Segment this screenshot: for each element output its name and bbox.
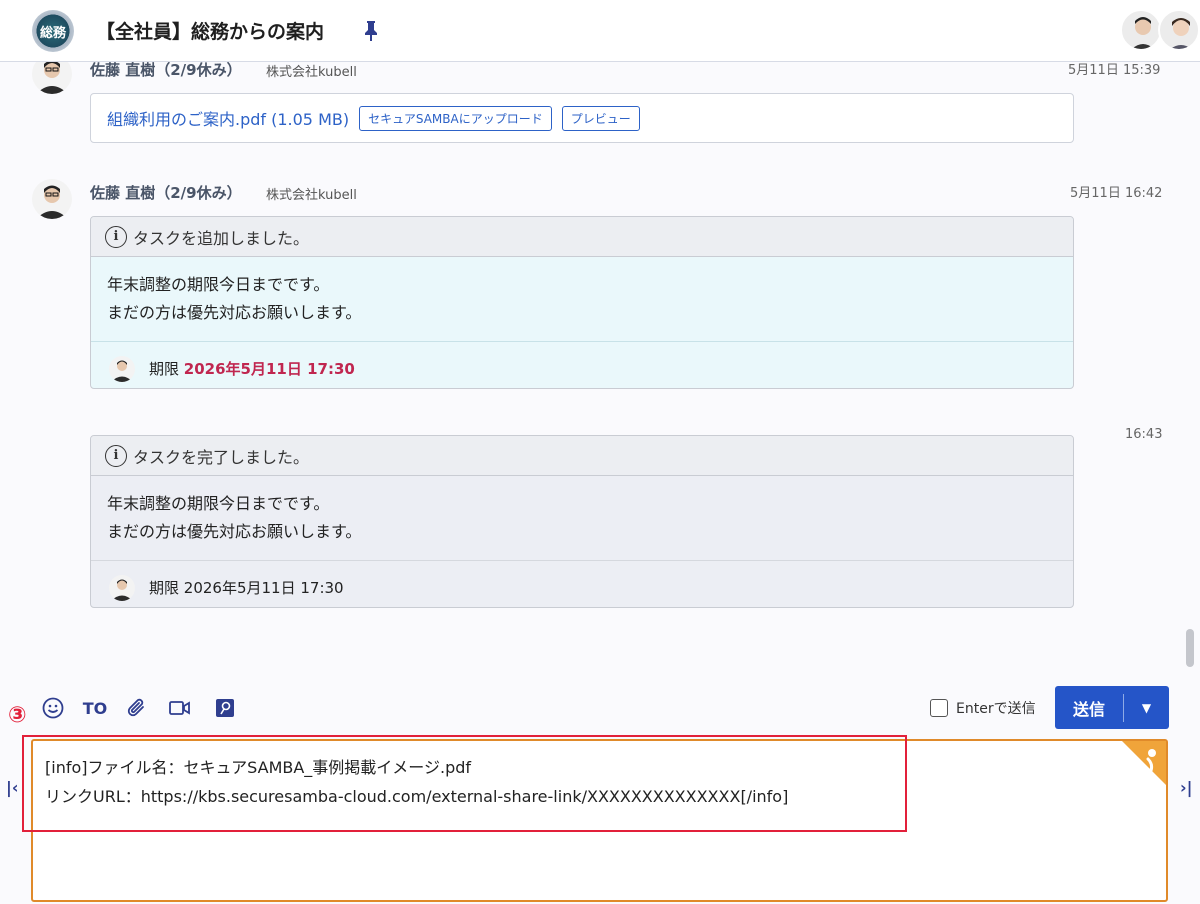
- message-time: 5月11日 16:42: [1070, 186, 1163, 201]
- timeline-scrollbar[interactable]: [1186, 629, 1194, 667]
- task-card: i タスクを追加しました。 年末調整の期限今日までです。 まだの方は優先対応お願…: [90, 216, 1074, 389]
- info-icon: i: [105, 225, 127, 248]
- help-key-icon[interactable]: [213, 696, 237, 720]
- task-line: まだの方は優先対応お願いします。: [107, 303, 362, 322]
- task-body: 年末調整の期限今日までです。 まだの方は優先対応お願いします。: [91, 257, 1073, 341]
- send-button[interactable]: 送信 ▼: [1055, 686, 1169, 729]
- next-arrow-icon[interactable]: ›|: [1180, 778, 1192, 797]
- task-line: 年末調整の期限今日までです。: [107, 494, 330, 513]
- member-avatar[interactable]: [1120, 9, 1162, 51]
- task-header-text: タスクを完了しました。: [133, 447, 310, 467]
- room-avatar[interactable]: 総務: [32, 10, 74, 52]
- upload-samba-button[interactable]: セキュアSAMBAにアップロード: [359, 105, 552, 131]
- deadline-value: 2026年5月11日 17:30: [183, 360, 355, 378]
- pin-icon[interactable]: [362, 19, 380, 43]
- chevron-down-icon[interactable]: ▼: [1124, 701, 1169, 715]
- file-link[interactable]: 組織利用のご案内.pdf (1.05 MB): [107, 106, 349, 130]
- step-marker: ③: [8, 703, 27, 728]
- corner-badge-icon: [1122, 741, 1166, 785]
- deadline-label: 期限: [149, 360, 180, 378]
- prev-arrow-icon[interactable]: |‹: [6, 778, 18, 797]
- enter-send-label: Enterで送信: [956, 701, 1036, 717]
- avatar[interactable]: [32, 62, 72, 94]
- avatar[interactable]: [32, 179, 72, 219]
- sender-name[interactable]: 佐藤 直樹（2/9休み）: [90, 62, 242, 80]
- file-attachment: 組織利用のご案内.pdf (1.05 MB) セキュアSAMBAにアップロード …: [90, 93, 1074, 143]
- enter-send-checkbox[interactable]: [930, 699, 948, 717]
- message-time: 5月11日 15:39: [1068, 63, 1161, 78]
- sender-org: 株式会社kubell: [266, 65, 357, 80]
- deadline-label: 期限: [149, 579, 180, 597]
- task-header-text: タスクを追加しました。: [133, 228, 310, 248]
- task-footer: 期限 2026年5月11日 17:30: [91, 560, 1073, 607]
- to-button[interactable]: TO: [83, 696, 108, 720]
- highlight-annotation: [22, 735, 907, 832]
- composer-toolbar: TO Enterで送信 送信 ▼: [0, 680, 1200, 736]
- preview-button[interactable]: プレビュー: [561, 105, 640, 131]
- room-header: 総務 【全社員】総務からの案内: [0, 0, 1200, 62]
- room-title[interactable]: 【全社員】総務からの案内: [96, 17, 324, 44]
- task-header: i タスクを完了しました。: [91, 436, 1073, 476]
- sender-org: 株式会社kubell: [266, 188, 357, 203]
- attach-icon[interactable]: [125, 696, 149, 720]
- message-timeline[interactable]: 佐藤 直樹（2/9休み） 株式会社kubell 5月11日 15:39 組織利用…: [0, 62, 1200, 677]
- sender-name[interactable]: 佐藤 直樹（2/9休み）: [90, 182, 242, 203]
- task-line: まだの方は優先対応お願いします。: [107, 522, 362, 541]
- task-footer: 期限 2026年5月11日 17:30: [91, 341, 1073, 388]
- emoji-icon[interactable]: [41, 696, 65, 720]
- deadline-value: 2026年5月11日 17:30: [183, 579, 344, 597]
- video-icon[interactable]: [167, 696, 193, 720]
- task-body: 年末調整の期限今日までです。 まだの方は優先対応お願いします。: [91, 476, 1073, 560]
- task-card: i タスクを完了しました。 年末調整の期限今日までです。 まだの方は優先対応お願…: [90, 435, 1074, 608]
- task-header: i タスクを追加しました。: [91, 217, 1073, 257]
- assignee-avatar[interactable]: [109, 574, 135, 601]
- enter-send-toggle[interactable]: Enterで送信: [930, 698, 1036, 718]
- task-line: 年末調整の期限今日までです。: [107, 275, 330, 294]
- message-time: 16:43: [1125, 427, 1163, 442]
- assignee-avatar[interactable]: [109, 355, 135, 382]
- member-avatar[interactable]: [1158, 9, 1200, 51]
- room-avatar-text: 総務: [39, 25, 66, 41]
- info-icon: i: [105, 444, 127, 467]
- send-label: 送信: [1072, 699, 1105, 719]
